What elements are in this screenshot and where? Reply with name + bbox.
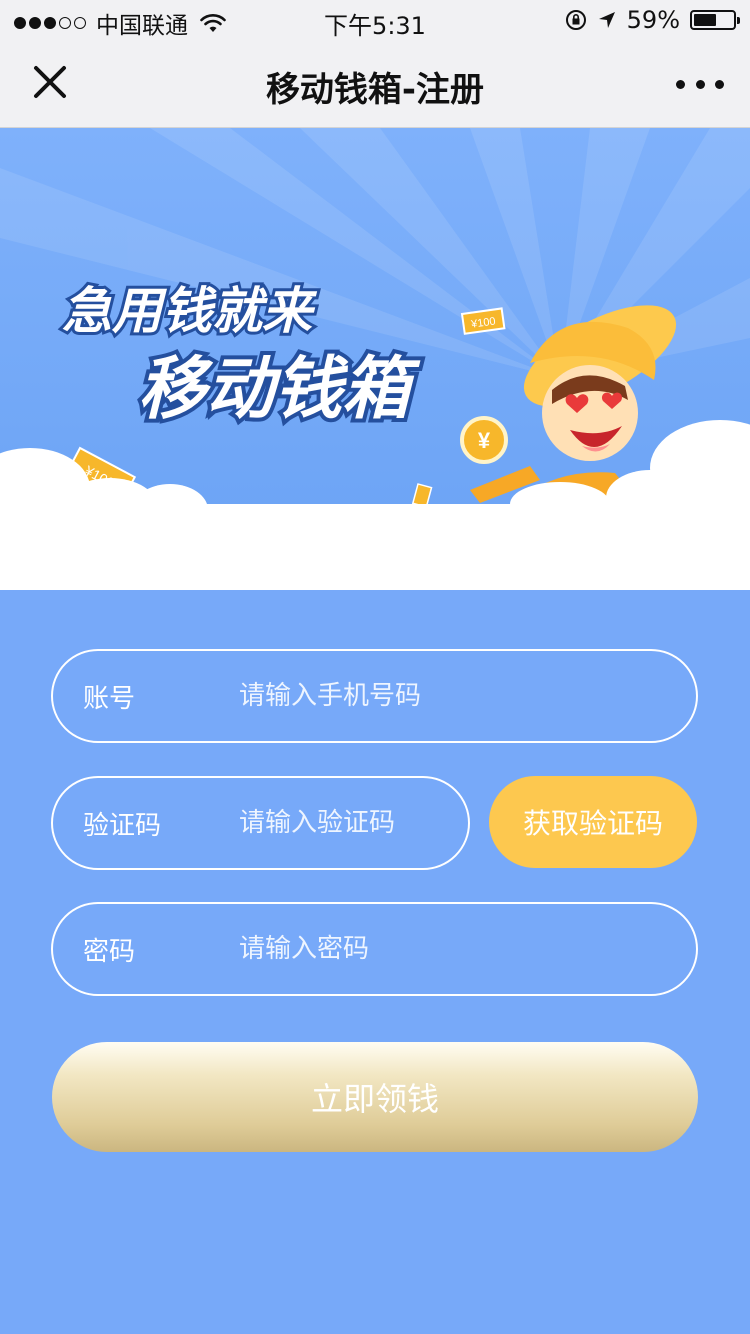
get-code-button[interactable]: 获取验证码 <box>489 776 697 868</box>
svg-text:移动钱箱: 移动钱箱 <box>138 350 421 429</box>
banner-illustration: ¥100 ¥100 急用钱就来 急用钱就来 移动钱箱 移动钱箱 ¥ <box>0 128 750 590</box>
code-input[interactable] <box>239 808 448 838</box>
submit-button[interactable]: 立即领钱 <box>52 1042 698 1152</box>
account-input[interactable] <box>239 681 676 711</box>
battery-icon <box>690 10 740 30</box>
code-label: 验证码 <box>83 810 162 841</box>
account-label: 账号 <box>83 683 136 714</box>
status-right: 59% <box>565 6 740 34</box>
password-label: 密码 <box>83 936 136 967</box>
location-arrow-icon <box>598 12 615 28</box>
svg-text:急用钱就来: 急用钱就来 <box>62 282 318 340</box>
svg-text:¥: ¥ <box>478 428 491 453</box>
more-icon[interactable] <box>676 62 724 106</box>
nav-bar: 移动钱箱-注册 <box>0 40 750 128</box>
password-input[interactable] <box>239 934 676 964</box>
battery-percent: 59% <box>626 6 680 34</box>
money-note-top: ¥100 <box>460 307 506 335</box>
password-field[interactable]: 密码 <box>51 902 698 996</box>
status-bar: 中国联通 下午5:31 59% <box>0 0 750 40</box>
page-title: 移动钱箱-注册 <box>265 70 485 110</box>
account-field[interactable]: 账号 <box>51 649 698 743</box>
gold-coin: ¥ <box>460 416 508 464</box>
orientation-lock-icon <box>565 10 586 30</box>
banner: ¥100 ¥100 急用钱就来 急用钱就来 移动钱箱 移动钱箱 ¥ <box>0 128 750 590</box>
code-field[interactable]: 验证码 <box>51 776 470 870</box>
